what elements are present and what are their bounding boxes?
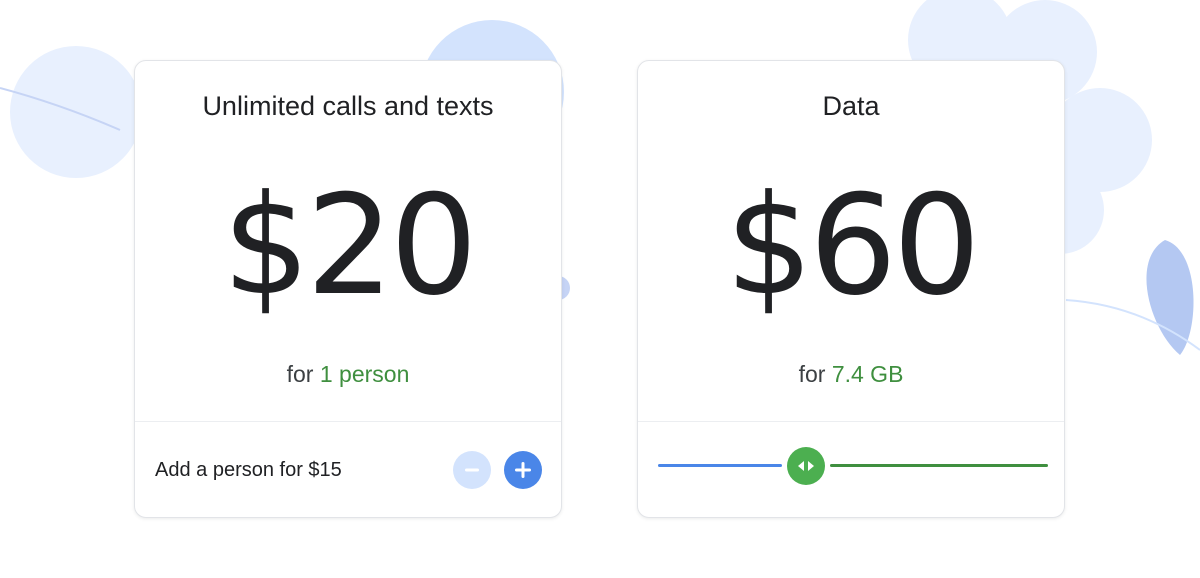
calls-texts-card: Unlimited calls and texts $20 for 1 pers…: [134, 60, 562, 518]
left-right-arrows-icon: [798, 461, 814, 471]
slider-track-remaining[interactable]: [830, 464, 1048, 467]
price-subtitle: for 1 person: [135, 359, 561, 389]
add-person-button[interactable]: [504, 451, 542, 489]
plus-icon: [515, 462, 531, 478]
subtitle-prefix: for: [286, 361, 314, 387]
data-amount: 7.4 GB: [831, 361, 904, 387]
price-subtitle: for 7.4 GB: [638, 359, 1064, 389]
minus-icon: [465, 468, 479, 472]
remove-person-button[interactable]: [453, 451, 491, 489]
card-title: Unlimited calls and texts: [202, 91, 494, 121]
person-count: 1 person: [319, 361, 410, 387]
slider-handle[interactable]: [787, 447, 825, 485]
add-person-label: Add a person for $15: [155, 459, 342, 481]
subtitle-prefix: for: [798, 361, 826, 387]
divider: [638, 421, 1064, 422]
divider: [135, 421, 561, 422]
card-title: Data: [822, 91, 880, 121]
price-amount: $60: [725, 165, 980, 326]
price-amount: $20: [222, 165, 477, 326]
data-card: Data $60 for 7.4 GB: [637, 60, 1065, 518]
data-slider[interactable]: [658, 443, 1048, 489]
slider-track-filled[interactable]: [658, 464, 782, 467]
